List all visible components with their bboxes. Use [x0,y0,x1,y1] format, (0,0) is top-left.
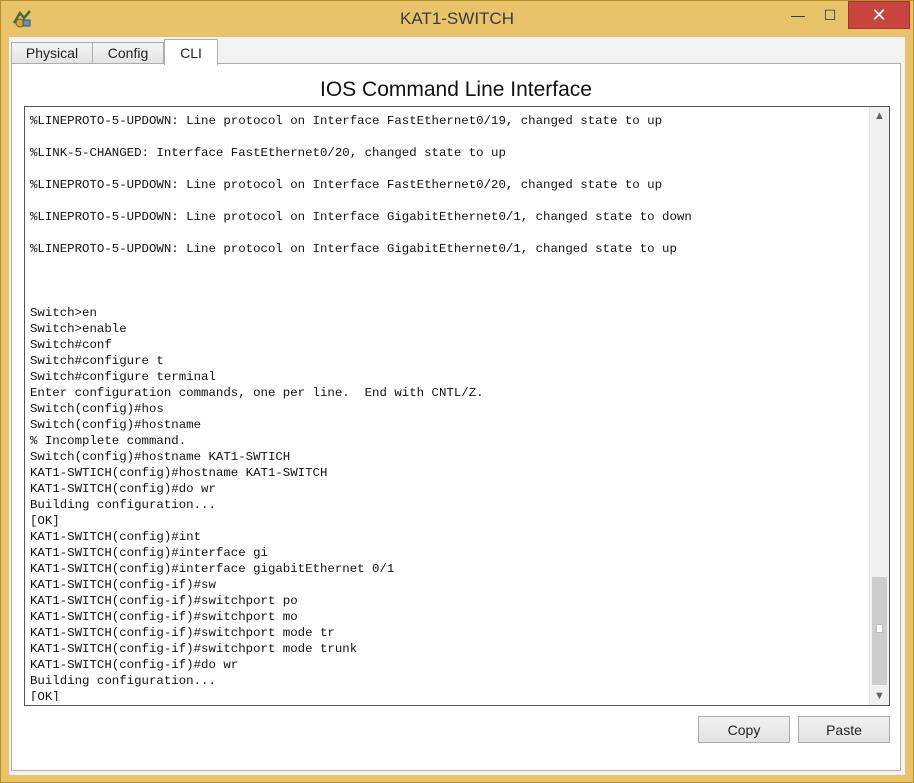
terminal-line: KAT1-SWITCH(config-if)#switchport mo [30,610,298,624]
terminal-line: Switch#conf [30,338,112,352]
copy-button[interactable]: Copy [698,716,790,743]
terminal-line: Switch(config)#hostname KAT1-SWTICH [30,450,291,464]
paste-button[interactable]: Paste [798,716,890,743]
cli-panel: IOS Command Line Interface %LINEPROTO-5-… [11,63,901,771]
panel-title: IOS Command Line Interface [320,78,592,101]
maximize-icon: ☐ [823,6,837,23]
terminal-line: KAT1-SWITCH(config)#int [30,530,202,544]
terminal-line: Building configuration... [30,674,216,688]
terminal-line: KAT1-SWITCH(config)#do wr [30,482,216,496]
minimize-icon: — [791,7,805,23]
terminal-line: Switch>enable [30,322,127,336]
terminal-line: Switch>en [30,306,97,320]
maximize-button[interactable]: ☐ [815,1,845,29]
terminal-line: %LINK-5-CHANGED: Interface FastEthernet0… [30,146,506,160]
terminal-line: KAT1-SWITCH(config-if)#switchport mode t… [30,626,335,640]
title-bar[interactable]: KAT1-SWITCH — ☐ ✕ [1,1,913,37]
terminal-line: KAT1-SWITCH(config-if)#switchport po [30,594,298,608]
minimize-button[interactable]: — [783,1,813,29]
terminal-line: [OK] [30,514,60,528]
window-title: KAT1-SWITCH [400,9,514,28]
terminal-line: KAT1-SWITCH(config)#interface gigabitEth… [30,562,395,576]
terminal-line: %LINEPROTO-5-UPDOWN: Line protocol on In… [30,178,663,192]
scrollbar-thumb[interactable] [872,577,887,685]
terminal-line: Switch(config)#hostname [30,418,202,432]
scroll-up-arrow-icon[interactable]: ▲ [870,107,889,125]
terminal-line: KAT1-SWTICH(config)#hostname KAT1-SWITCH [30,466,328,480]
terminal-scrollbar[interactable]: ▲ ▼ [869,107,889,705]
tab-physical[interactable]: Physical [11,42,93,63]
tab-config[interactable]: Config [92,42,164,63]
terminal-line: [OK] [30,690,60,701]
terminal-output[interactable]: %LINEPROTO-5-UPDOWN: Line protocol on In… [30,113,864,701]
terminal-line: Switch(config)#hos [30,402,164,416]
terminal-line: Switch#configure t [30,354,164,368]
cli-terminal[interactable]: %LINEPROTO-5-UPDOWN: Line protocol on In… [24,106,890,706]
scrollbar-grip-icon [876,624,883,633]
terminal-line: %LINEPROTO-5-UPDOWN: Line protocol on In… [30,242,677,256]
scroll-down-arrow-icon[interactable]: ▼ [870,687,889,705]
terminal-line: Enter configuration commands, one per li… [30,386,484,400]
terminal-line: Building configuration... [30,498,216,512]
terminal-line: %LINEPROTO-5-UPDOWN: Line protocol on In… [30,210,692,224]
terminal-line: KAT1-SWITCH(config-if)#sw [30,578,216,592]
terminal-line: KAT1-SWITCH(config-if)#do wr [30,658,239,672]
terminal-line: Switch#configure terminal [30,370,216,384]
tab-cli[interactable]: CLI [164,39,218,65]
app-window: KAT1-SWITCH — ☐ ✕ Physical Config CLI IO… [0,0,914,783]
client-area: Physical Config CLI IOS Command Line Int… [9,37,905,775]
terminal-line: KAT1-SWITCH(config-if)#switchport mode t… [30,642,358,656]
terminal-line: KAT1-SWITCH(config)#interface gi [30,546,268,560]
close-button[interactable]: ✕ [848,1,910,29]
close-icon: ✕ [871,4,887,25]
terminal-line: %LINEPROTO-5-UPDOWN: Line protocol on In… [30,114,663,128]
terminal-line: % Incomplete command. [30,434,187,448]
